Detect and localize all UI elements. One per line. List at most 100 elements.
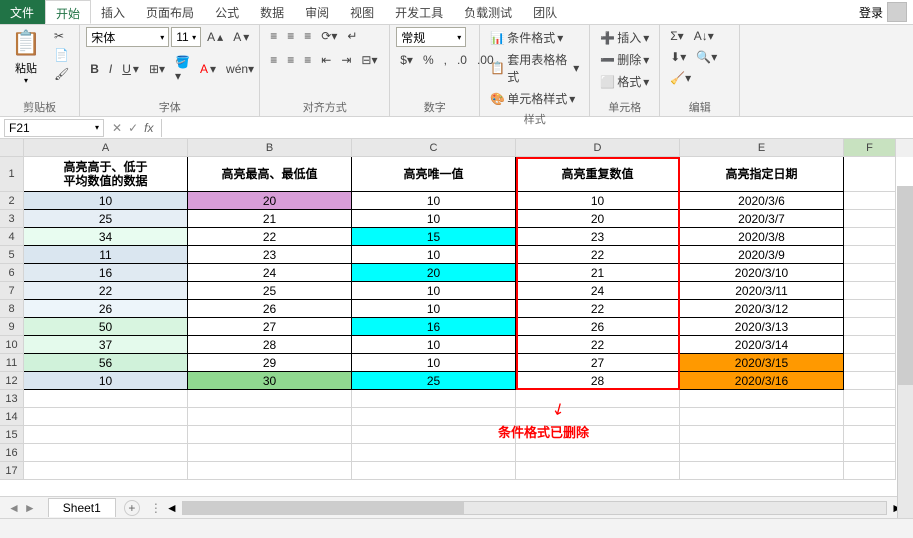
cell[interactable]: 22	[24, 282, 188, 300]
find-button[interactable]: 🔍▾	[692, 48, 721, 66]
cell[interactable]	[24, 390, 188, 408]
italic-button[interactable]: I	[105, 60, 116, 78]
add-sheet-button[interactable]: +	[124, 500, 140, 516]
cell[interactable]: 高亮指定日期	[680, 157, 844, 192]
cell[interactable]: 2020/3/16	[680, 372, 844, 390]
cell[interactable]: 10	[352, 336, 516, 354]
align-right-button[interactable]: ≡	[300, 51, 315, 69]
cell[interactable]	[844, 157, 896, 192]
cell[interactable]	[844, 426, 896, 444]
vertical-scrollbar[interactable]	[897, 186, 913, 518]
cell[interactable]: 16	[24, 264, 188, 282]
comma-button[interactable]: ,	[440, 51, 451, 69]
cell[interactable]: 26	[516, 318, 680, 336]
indent-inc-button[interactable]: ⇥	[337, 51, 355, 69]
cell[interactable]: 10	[352, 354, 516, 372]
cut-button[interactable]: ✂	[50, 27, 73, 45]
cell[interactable]	[24, 426, 188, 444]
cell[interactable]: 25	[24, 210, 188, 228]
cell[interactable]	[844, 444, 896, 462]
row-header[interactable]: 8	[0, 300, 24, 318]
cell[interactable]: 15	[352, 228, 516, 246]
cell[interactable]	[24, 408, 188, 426]
indent-dec-button[interactable]: ⇤	[317, 51, 335, 69]
font-size-select[interactable]: 11▾	[171, 27, 201, 47]
tab-公式[interactable]: 公式	[205, 0, 250, 24]
cell[interactable]	[844, 390, 896, 408]
sheet-nav-prev[interactable]: ◄	[8, 501, 20, 515]
cell[interactable]: 29	[188, 354, 352, 372]
cell[interactable]: 10	[352, 192, 516, 210]
cell[interactable]: 2020/3/11	[680, 282, 844, 300]
horizontal-scrollbar[interactable]	[182, 501, 887, 515]
cell[interactable]: 10	[352, 210, 516, 228]
col-header-E[interactable]: E	[680, 139, 844, 157]
cell[interactable]	[844, 192, 896, 210]
row-header[interactable]: 17	[0, 462, 24, 480]
paste-button[interactable]: 📋 粘贴 ▾	[6, 27, 46, 87]
cell[interactable]	[844, 354, 896, 372]
cell[interactable]: 21	[516, 264, 680, 282]
cell[interactable]	[516, 390, 680, 408]
inc-decimal-button[interactable]: .0	[453, 51, 471, 69]
cell[interactable]	[680, 390, 844, 408]
row-header[interactable]: 15	[0, 426, 24, 444]
tab-团队[interactable]: 团队	[523, 0, 568, 24]
col-header-B[interactable]: B	[188, 139, 352, 157]
phonetic-button[interactable]: wén▾	[222, 60, 258, 78]
cell[interactable]: 11	[24, 246, 188, 264]
decrease-font-button[interactable]: A▾	[229, 28, 253, 46]
cell[interactable]: 2020/3/14	[680, 336, 844, 354]
row-header[interactable]: 10	[0, 336, 24, 354]
cell[interactable]: 56	[24, 354, 188, 372]
cell[interactable]	[24, 444, 188, 462]
cell[interactable]: 28	[516, 372, 680, 390]
row-header[interactable]: 1	[0, 157, 24, 192]
cell[interactable]	[188, 426, 352, 444]
percent-button[interactable]: %	[419, 51, 438, 69]
tab-开发工具[interactable]: 开发工具	[385, 0, 454, 24]
fill-color-button[interactable]: 🪣▾	[171, 53, 194, 85]
row-header[interactable]: 2	[0, 192, 24, 210]
merge-button[interactable]: ⊟▾	[357, 51, 381, 69]
name-box[interactable]: F21▾	[4, 119, 104, 137]
cell[interactable]	[844, 408, 896, 426]
underline-button[interactable]: U▾	[118, 60, 143, 78]
cell[interactable]	[516, 444, 680, 462]
cell[interactable]	[844, 462, 896, 480]
tab-页面布局[interactable]: 页面布局	[136, 0, 205, 24]
cell[interactable]: 22	[516, 300, 680, 318]
align-left-button[interactable]: ≡	[266, 51, 281, 69]
fill-button[interactable]: ⬇▾	[666, 48, 690, 66]
align-center-button[interactable]: ≡	[283, 51, 298, 69]
cell[interactable]	[352, 426, 516, 444]
cell[interactable]	[188, 408, 352, 426]
tab-视图[interactable]: 视图	[340, 0, 385, 24]
cell[interactable]: 22	[516, 246, 680, 264]
cell[interactable]	[352, 408, 516, 426]
cell[interactable]: 10	[24, 192, 188, 210]
cell[interactable]: 27	[516, 354, 680, 372]
tab-数据[interactable]: 数据	[250, 0, 295, 24]
cell[interactable]: 23	[516, 228, 680, 246]
cell[interactable]: 28	[188, 336, 352, 354]
cell[interactable]: 2020/3/15	[680, 354, 844, 372]
cell[interactable]: 高亮最高、最低值	[188, 157, 352, 192]
cell[interactable]: 37	[24, 336, 188, 354]
cell[interactable]	[188, 390, 352, 408]
cell[interactable]	[188, 444, 352, 462]
align-bottom-button[interactable]: ≡	[300, 27, 315, 45]
col-header-C[interactable]: C	[352, 139, 516, 157]
font-name-select[interactable]: 宋体▾	[86, 27, 169, 47]
cell[interactable]: 50	[24, 318, 188, 336]
row-header[interactable]: 4	[0, 228, 24, 246]
tab-开始[interactable]: 开始	[45, 0, 91, 24]
cell[interactable]: 10	[352, 282, 516, 300]
cell[interactable]	[24, 462, 188, 480]
sheet-tab[interactable]: Sheet1	[48, 498, 116, 517]
currency-button[interactable]: $▾	[396, 51, 417, 69]
col-header-A[interactable]: A	[24, 139, 188, 157]
cell[interactable]: 2020/3/12	[680, 300, 844, 318]
tab-负载测试[interactable]: 负载测试	[454, 0, 523, 24]
tab-插入[interactable]: 插入	[91, 0, 136, 24]
